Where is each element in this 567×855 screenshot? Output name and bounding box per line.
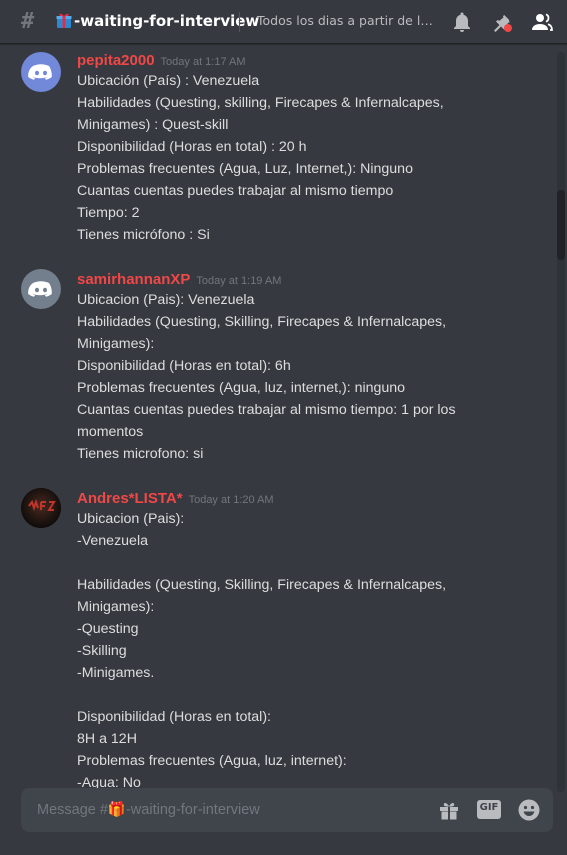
message-line: Disponibilidad (Horas en total):	[77, 709, 271, 725]
message-line: Habilidades (Questing, Skilling, Firecap…	[77, 577, 447, 593]
gift-icon	[56, 13, 72, 28]
message-line: Minigames) : Quest-skill	[77, 117, 229, 133]
discord-logo-icon	[28, 64, 52, 80]
message-line: Habilidades (Questing, Skilling, Firecap…	[77, 314, 447, 330]
message-line: Minigames):	[77, 336, 155, 352]
message-line: -Minigames.	[77, 665, 155, 681]
gif-label: GIF	[479, 802, 499, 813]
gif-icon[interactable]: GIF	[477, 800, 501, 819]
timestamp: Today at 1:19 AM	[196, 275, 282, 287]
message-line: Disponibilidad (Horas en total): 6h	[77, 358, 291, 374]
member-list-icon[interactable]	[530, 10, 554, 34]
scrollbar-track[interactable]	[557, 52, 565, 792]
message-line: Ubicacion (Pais): Venezuela	[77, 292, 255, 308]
avatar[interactable]	[21, 488, 61, 528]
message-line: 8H a 12H	[77, 731, 137, 747]
message-header: Andres*LISTA* Today at 1:20 AM	[77, 488, 274, 507]
avatar[interactable]	[21, 269, 61, 309]
message-line: Cuantas cuentas puedes trabajar al mismo…	[77, 183, 394, 199]
message-line: Habilidades (Questing, skilling, Firecap…	[77, 95, 444, 111]
message-line: Problemas frecuentes (Agua, Luz, Interne…	[77, 161, 413, 177]
message-header: pepita2000 Today at 1:17 AM	[77, 50, 246, 69]
channel-name: -waiting-for-interview	[74, 12, 260, 30]
message-line: -Questing	[77, 621, 139, 637]
message-composer[interactable]: Message #🎁-waiting-for-interview GIF	[21, 788, 553, 832]
message-line: momentos	[77, 424, 144, 440]
message-list[interactable]: pepita2000 Today at 1:17 AM Ubicación (Pa…	[0, 44, 567, 789]
avatar[interactable]	[21, 52, 61, 92]
message-line: Tiempo: 2	[77, 205, 140, 221]
channel-topic[interactable]: Todos los dias a partir de las …	[257, 13, 439, 28]
message-line: Ubicación (País) : Venezuela	[77, 73, 260, 89]
message-header: samirhannanXP Today at 1:19 AM	[77, 269, 281, 288]
message-line: Tienes micrófono : Si	[77, 227, 210, 243]
timestamp: Today at 1:17 AM	[160, 56, 246, 68]
author-name[interactable]: samirhannanXP	[77, 271, 190, 288]
message-line: Problemas frecuentes (Agua, luz, interne…	[77, 380, 406, 396]
message-line: Disponibilidad (Horas en total) : 20 h	[77, 139, 307, 155]
message-line: Cuantas cuentas puedes trabajar al mismo…	[77, 402, 456, 418]
emoji-icon[interactable]	[517, 798, 541, 822]
message-line: Problemas frecuentes (Agua, luz, interne…	[77, 753, 347, 769]
pin-icon[interactable]	[490, 10, 514, 34]
discord-logo-icon	[28, 281, 52, 297]
author-name[interactable]: Andres*LISTA*	[77, 490, 183, 507]
gift-icon[interactable]	[437, 798, 461, 822]
message-line: Tienes microfono: si	[77, 446, 204, 462]
message-input[interactable]: Message #🎁-waiting-for-interview	[37, 801, 327, 818]
bell-icon[interactable]	[450, 10, 474, 34]
timestamp: Today at 1:20 AM	[188, 494, 274, 506]
channel-header: # -waiting-for-interview Todos los dias …	[0, 0, 567, 44]
custom-avatar-icon	[21, 488, 61, 528]
header-divider	[239, 12, 240, 32]
message-line: -Agua: No	[77, 775, 141, 789]
channel-hash-icon: #	[21, 9, 35, 34]
message-line: Minigames):	[77, 599, 155, 615]
message-line: -Venezuela	[77, 533, 148, 549]
author-name[interactable]: pepita2000	[77, 52, 155, 69]
message-line: Ubicacion (Pais):	[77, 511, 185, 527]
scrollbar-thumb[interactable]	[557, 190, 565, 260]
message-line: -Skilling	[77, 643, 127, 659]
